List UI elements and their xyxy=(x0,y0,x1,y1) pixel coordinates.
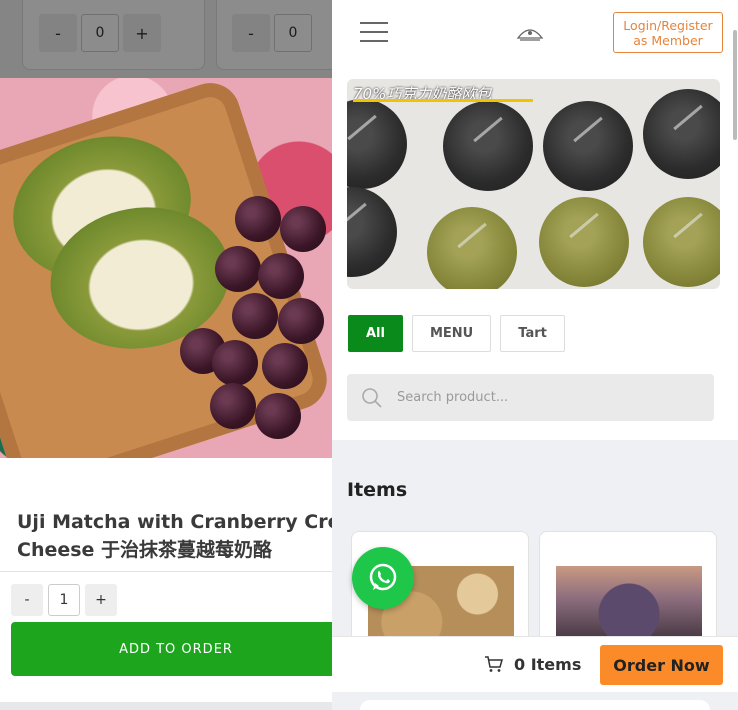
bun-image xyxy=(443,101,533,191)
add-to-order-button[interactable]: ADD TO ORDER xyxy=(11,622,332,676)
whatsapp-icon xyxy=(369,563,397,591)
grape xyxy=(235,196,281,242)
whatsapp-button[interactable] xyxy=(352,547,414,609)
scrollbar[interactable] xyxy=(733,30,737,140)
promo-banner[interactable]: 70%巧克力奶酪欧包 xyxy=(347,79,720,289)
grape xyxy=(255,393,301,439)
category-filters: All MENU Tart xyxy=(348,315,565,352)
bun-image xyxy=(643,197,720,287)
login-register-button[interactable]: Login/Register as Member xyxy=(613,12,723,53)
bun-image xyxy=(643,89,720,179)
grape xyxy=(232,293,278,339)
grape xyxy=(280,206,326,252)
search-input[interactable] xyxy=(397,390,687,405)
screen: - 0 + - 0 Uji Matcha with Cranberry Cr C… xyxy=(0,0,738,710)
modal-overlay xyxy=(0,0,332,78)
quantity-stepper[interactable]: - 1 + xyxy=(11,584,117,616)
bun-image xyxy=(543,101,633,191)
cart-bar: 0 Items Order Now xyxy=(332,636,738,692)
product-info: Uji Matcha with Cranberry Cream Cheese 于… xyxy=(0,458,332,710)
order-now-button[interactable]: Order Now xyxy=(600,645,723,685)
product-thumbnail xyxy=(556,566,702,646)
product-detail-panel: - 0 + - 0 Uji Matcha with Cranberry Cr C… xyxy=(0,0,332,710)
banner-underline xyxy=(353,99,533,102)
filter-all[interactable]: All xyxy=(348,315,403,352)
quantity-plus-button[interactable]: + xyxy=(85,584,117,616)
filter-tart[interactable]: Tart xyxy=(500,315,565,352)
cart-item-count[interactable]: 0 Items xyxy=(514,655,581,674)
quantity-minus-button[interactable]: - xyxy=(11,584,43,616)
bakery-logo-icon[interactable] xyxy=(516,24,544,42)
shop-page: Login/Register as Member 70%巧克力奶酪欧包 All … xyxy=(332,0,738,710)
divider xyxy=(0,571,332,572)
search-icon xyxy=(362,387,382,408)
quantity-value[interactable]: 1 xyxy=(48,584,80,616)
product-title-line: Uji Matcha with Cranberry Cream xyxy=(17,511,332,533)
grape xyxy=(210,383,256,429)
bun-image xyxy=(347,99,407,189)
hamburger-menu-icon[interactable] xyxy=(360,22,388,42)
login-label: Login/Register xyxy=(623,17,713,33)
grape xyxy=(215,246,261,292)
divider xyxy=(0,702,332,710)
grape xyxy=(262,343,308,389)
cart-icon[interactable] xyxy=(484,655,504,673)
product-title-line: Cheese 于治抹茶蔓越莓奶酪 xyxy=(17,539,273,561)
content-area: 70%巧克力奶酪欧包 All MENU Tart xyxy=(332,62,738,440)
product-title: Uji Matcha with Cranberry Cream Cheese 于… xyxy=(17,508,332,564)
login-label: as Member xyxy=(633,32,703,48)
bun-image xyxy=(539,197,629,287)
items-heading: Items xyxy=(347,479,408,501)
grape xyxy=(212,340,258,386)
search-bar[interactable] xyxy=(347,374,714,421)
bun-image xyxy=(427,207,517,289)
product-card xyxy=(360,700,710,710)
product-image xyxy=(0,78,332,458)
bun-image xyxy=(347,187,397,277)
grape xyxy=(258,253,304,299)
grape xyxy=(278,298,324,344)
filter-menu[interactable]: MENU xyxy=(411,315,492,352)
top-header: Login/Register as Member xyxy=(332,0,738,62)
